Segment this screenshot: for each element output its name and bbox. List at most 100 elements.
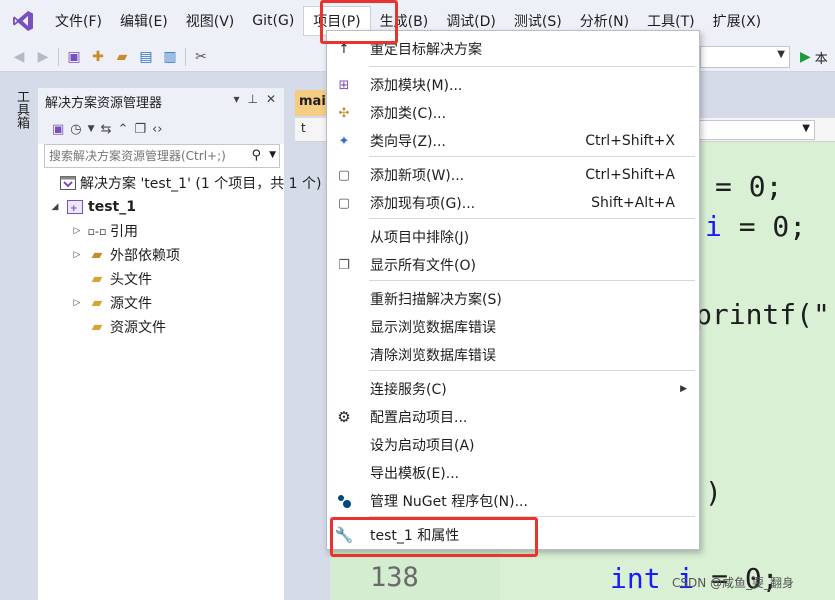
add-existing-item-icon: ▢ — [337, 195, 351, 211]
history-icon[interactable]: ◷ — [70, 122, 81, 137]
tree-item-project[interactable]: ◢ + test_1 — [38, 195, 284, 219]
tree-item-header-files[interactable]: ▰ 头文件 — [38, 267, 284, 291]
forward-icon[interactable]: ▶ — [34, 49, 52, 65]
menu-git[interactable]: Git(G) — [243, 6, 303, 36]
tree-label: 解决方案 'test_1' (1 个项目，共 1 个) — [80, 176, 322, 192]
menu-item-export-template[interactable]: 导出模板(E)... — [327, 459, 699, 486]
menu-item-show-browse-errors[interactable]: 显示浏览数据库错误 — [327, 313, 699, 340]
menu-view[interactable]: 视图(V) — [177, 6, 244, 36]
submenu-arrow-icon: ▶ — [680, 383, 687, 394]
tree-item-solution[interactable]: 解决方案 'test_1' (1 个项目，共 1 个) — [38, 171, 321, 195]
menu-separator — [369, 218, 695, 219]
nav-project-label[interactable]: t — [301, 121, 306, 135]
filter-folder-icon: ▰ — [91, 271, 103, 287]
menu-item-exclude-from-project[interactable]: 从项目中排除(J) — [327, 223, 699, 250]
project-menu-dropdown: ↑ 重定目标解决方案 ⊞ 添加模块(M)... ✣ 添加类(C)... ✦ 类向… — [326, 30, 700, 550]
class-wizard-icon: ✦ — [338, 133, 350, 149]
menu-item-add-class[interactable]: ✣ 添加类(C)... — [327, 99, 699, 126]
add-module-icon: ⊞ — [338, 77, 350, 93]
menu-item-configure-startup-projects[interactable]: ⚙ 配置启动项目... — [327, 403, 699, 430]
add-item-icon[interactable]: ✚ — [89, 49, 107, 65]
solution-icon — [60, 175, 76, 191]
shortcut-label: Ctrl+Shift+A — [585, 166, 675, 183]
collapsed-arrow-icon[interactable]: ▷ — [70, 298, 84, 308]
menu-item-add-new-item[interactable]: ▢ 添加新项(W)... Ctrl+Shift+A — [327, 161, 699, 188]
menu-item-rescan-solution[interactable]: 重新扫描解决方案(S) — [327, 285, 699, 312]
show-all-files-icon[interactable]: ❐ — [134, 122, 146, 137]
switch-views-icon[interactable]: ▣ — [52, 122, 64, 137]
menu-item-set-as-startup-project[interactable]: 设为启动项目(A) — [327, 431, 699, 458]
menu-item-clear-browse-errors[interactable]: 清除浏览数据库错误 — [327, 341, 699, 368]
save-icon[interactable]: ▤ — [137, 49, 155, 65]
menu-item-show-all-files[interactable]: ❐ 显示所有文件(O) — [327, 251, 699, 278]
solution-explorer-search[interactable]: ⚲ ▼ — [44, 144, 280, 168]
menu-separator — [369, 280, 695, 281]
tree-label: 引用 — [110, 224, 138, 240]
collapsed-arrow-icon[interactable]: ▷ — [70, 226, 84, 236]
tree-label: 外部依赖项 — [110, 248, 180, 264]
code-line: ) — [705, 476, 722, 509]
menu-item-manage-nuget-packages[interactable]: 管理 NuGet 程序包(N)... — [327, 487, 699, 514]
collapse-all-icon[interactable]: ⌃ — [117, 122, 128, 137]
add-new-item-icon: ▢ — [337, 167, 351, 183]
code-view-icon[interactable]: ‹› — [152, 122, 162, 137]
sync-icon[interactable]: ⇆ — [101, 122, 112, 137]
add-class-icon: ✣ — [338, 105, 350, 121]
chevron-down-icon[interactable]: ▼ — [269, 150, 276, 160]
collapsed-arrow-icon[interactable]: ▷ — [70, 250, 84, 260]
start-debug-button[interactable]: ▶ 本 — [800, 42, 828, 72]
chevron-down-icon: ▼ — [802, 123, 810, 134]
tree-item-source-files[interactable]: ▷ ▰ 源文件 — [38, 291, 284, 315]
back-icon[interactable]: ◀ — [10, 49, 28, 65]
external-dependencies-icon: ▰ — [91, 247, 103, 263]
menu-item-class-wizard[interactable]: ✦ 类向导(Z)... Ctrl+Shift+X — [327, 127, 699, 154]
tree-label: 资源文件 — [110, 320, 166, 336]
pin-icon[interactable]: ⊥ — [247, 92, 257, 106]
panel-title: 解决方案资源管理器 — [45, 95, 163, 111]
svg-text:+: + — [70, 204, 78, 214]
tree-item-external-dependencies[interactable]: ▷ ▰ 外部依赖项 — [38, 243, 284, 267]
toolbox-tab[interactable]: 工具箱 — [12, 90, 31, 129]
start-label: 本 — [814, 51, 828, 67]
save-all-icon[interactable]: ▥ — [161, 49, 179, 65]
tree-item-references[interactable]: ▷ ▫-▫ 引用 — [38, 219, 284, 243]
visual-studio-logo-icon[interactable] — [0, 0, 46, 42]
filter-folder-icon: ▰ — [91, 295, 103, 311]
nuget-icon — [335, 492, 353, 510]
close-icon[interactable]: ✕ — [266, 92, 276, 106]
code-line: = 0; — [715, 170, 783, 203]
solution-explorer-title-bar: 解决方案资源管理器 ▾ ⊥ ✕ — [38, 88, 284, 114]
search-input[interactable] — [45, 149, 235, 163]
menu-separator — [369, 370, 695, 371]
tree-label: 头文件 — [110, 272, 152, 288]
open-folder-icon[interactable]: ▰ — [113, 49, 131, 65]
cut-icon[interactable]: ✂ — [192, 49, 210, 65]
code-line: i = 0; — [705, 210, 807, 243]
references-icon: ▫-▫ — [87, 224, 107, 238]
toolbar-separator — [185, 47, 186, 66]
toolbar-separator — [58, 47, 59, 66]
watermark: CSDN @咸鱼_要_翻身 — [672, 576, 795, 590]
menu-separator — [369, 156, 695, 157]
shortcut-label: Ctrl+Shift+X — [585, 132, 675, 149]
search-icon[interactable]: ⚲ — [251, 148, 261, 163]
tree-item-resource-files[interactable]: ▰ 资源文件 — [38, 315, 284, 339]
menu-item-add-existing-item[interactable]: ▢ 添加现有项(G)... Shift+Alt+A — [327, 189, 699, 216]
window-position-icon[interactable]: ▾ — [233, 92, 239, 106]
line-number: 138 — [370, 562, 419, 593]
solution-configuration-combo[interactable]: ▼ — [700, 46, 790, 68]
menu-separator — [369, 66, 695, 67]
menu-edit[interactable]: 编辑(E) — [111, 6, 177, 36]
member-navigation-combo[interactable]: ▼ — [695, 120, 815, 140]
menu-file[interactable]: 文件(F) — [46, 6, 111, 36]
toolbox-strip — [0, 82, 34, 600]
code-line: printf(" — [695, 298, 830, 331]
expanded-arrow-icon[interactable]: ◢ — [48, 202, 62, 212]
cpp-project-icon: + — [66, 199, 84, 215]
menu-item-connected-services[interactable]: 连接服务(C) ▶ — [327, 375, 699, 402]
menu-extensions[interactable]: 扩展(X) — [704, 6, 771, 36]
chevron-down-icon[interactable]: ▼ — [88, 124, 95, 134]
solution-explorer-panel: 解决方案资源管理器 ▾ ⊥ ✕ ▣ ◷ ▼ ⇆ ⌃ ❐ ‹› ⚲ ▼ 解决方案 … — [38, 88, 321, 600]
menu-item-add-module[interactable]: ⊞ 添加模块(M)... — [327, 71, 699, 98]
new-project-icon[interactable]: ▣ — [65, 49, 83, 65]
